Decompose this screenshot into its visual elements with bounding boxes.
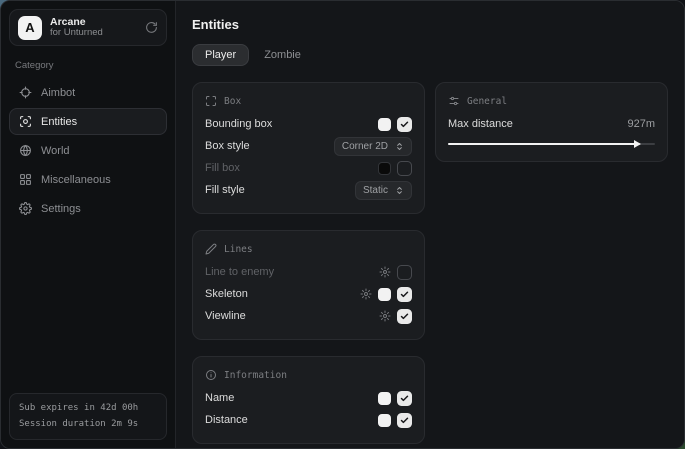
color-swatch[interactable] bbox=[378, 414, 391, 427]
chevron-up-down-icon bbox=[395, 186, 404, 195]
dropdown-value: Corner 2D bbox=[342, 141, 388, 152]
entity-tabs: Player Zombie bbox=[192, 44, 668, 66]
setting-row-fill-style: Fill style Static bbox=[205, 179, 412, 201]
category-label: Category bbox=[15, 60, 167, 71]
tab-player[interactable]: Player bbox=[192, 44, 249, 66]
fill-style-dropdown[interactable]: Static bbox=[355, 181, 412, 200]
scan-corners-icon bbox=[205, 95, 217, 107]
sidebar-item-settings[interactable]: Settings bbox=[9, 195, 167, 222]
crosshair-icon bbox=[19, 86, 32, 99]
sidebar-item-label: World bbox=[41, 145, 70, 157]
max-distance-slider[interactable] bbox=[448, 139, 655, 149]
pencil-icon bbox=[205, 243, 217, 255]
setting-label: Viewline bbox=[205, 310, 379, 322]
setting-row-max-distance: Max distance 927m bbox=[448, 113, 655, 135]
chevron-up-down-icon bbox=[395, 142, 404, 151]
tab-zombie[interactable]: Zombie bbox=[251, 44, 314, 66]
sidebar: A Arcane for Unturned Category Aimbot bbox=[1, 1, 176, 448]
sidebar-item-label: Settings bbox=[41, 203, 81, 215]
sidebar-nav: Aimbot Entities World bbox=[9, 79, 167, 222]
brand-subtitle: for Unturned bbox=[50, 28, 137, 38]
sliders-icon bbox=[448, 95, 460, 107]
checkbox-checked[interactable] bbox=[397, 287, 412, 302]
setting-row-viewline: Viewline bbox=[205, 305, 412, 327]
setting-label: Skeleton bbox=[205, 288, 360, 300]
checkbox-checked[interactable] bbox=[397, 413, 412, 428]
subscription-info: Sub expires in 42d 00h Session duration … bbox=[9, 393, 167, 440]
setting-label: Fill box bbox=[205, 162, 378, 174]
sidebar-item-world[interactable]: World bbox=[9, 137, 167, 164]
globe-icon bbox=[19, 144, 32, 157]
gear-icon bbox=[19, 202, 32, 215]
gear-icon[interactable] bbox=[379, 310, 391, 322]
color-swatch[interactable] bbox=[378, 162, 391, 175]
grid-icon bbox=[19, 173, 32, 186]
sidebar-item-miscellaneous[interactable]: Miscellaneous bbox=[9, 166, 167, 193]
setting-label: Fill style bbox=[205, 184, 355, 196]
page-title: Entities bbox=[192, 17, 668, 32]
checkbox-checked[interactable] bbox=[397, 391, 412, 406]
slider-fill bbox=[448, 143, 640, 145]
sidebar-item-label: Entities bbox=[41, 116, 77, 128]
setting-label: Line to enemy bbox=[205, 266, 379, 278]
box-card: Box Bounding box Box style bbox=[192, 82, 425, 214]
color-swatch[interactable] bbox=[378, 288, 391, 301]
sync-icon[interactable] bbox=[145, 21, 158, 34]
gear-icon[interactable] bbox=[360, 288, 372, 300]
sidebar-item-entities[interactable]: Entities bbox=[9, 108, 167, 135]
setting-row-bounding-box: Bounding box bbox=[205, 113, 412, 135]
box-style-dropdown[interactable]: Corner 2D bbox=[334, 137, 412, 156]
setting-row-distance: Distance bbox=[205, 409, 412, 431]
info-icon bbox=[205, 369, 217, 381]
entities-icon bbox=[19, 115, 32, 128]
setting-row-line-to-enemy: Line to enemy bbox=[205, 261, 412, 283]
sidebar-item-aimbot[interactable]: Aimbot bbox=[9, 79, 167, 106]
card-title: Box bbox=[224, 96, 241, 107]
setting-label: Box style bbox=[205, 140, 334, 152]
app-window: A Arcane for Unturned Category Aimbot bbox=[0, 0, 685, 449]
card-title: Information bbox=[224, 370, 287, 381]
setting-row-fill-box: Fill box bbox=[205, 157, 412, 179]
setting-label: Max distance bbox=[448, 118, 627, 130]
card-title: General bbox=[467, 96, 507, 107]
setting-row-skeleton: Skeleton bbox=[205, 283, 412, 305]
checkbox-checked[interactable] bbox=[397, 309, 412, 324]
checkbox-checked[interactable] bbox=[397, 117, 412, 132]
setting-row-box-style: Box style Corner 2D bbox=[205, 135, 412, 157]
checkbox-unchecked[interactable] bbox=[397, 161, 412, 176]
dropdown-value: Static bbox=[363, 185, 388, 196]
setting-label: Name bbox=[205, 392, 378, 404]
sidebar-item-label: Miscellaneous bbox=[41, 174, 111, 186]
main-panel: Entities Player Zombie Box bbox=[176, 1, 684, 448]
brand-logo: A bbox=[18, 16, 42, 40]
max-distance-value: 927m bbox=[627, 118, 655, 130]
setting-label: Bounding box bbox=[205, 118, 378, 130]
information-card: Information Name Distance bbox=[192, 356, 425, 444]
lines-card: Lines Line to enemy Skeleton bbox=[192, 230, 425, 340]
color-swatch[interactable] bbox=[378, 392, 391, 405]
card-title: Lines bbox=[224, 244, 253, 255]
color-swatch[interactable] bbox=[378, 118, 391, 131]
brand-card: A Arcane for Unturned bbox=[9, 9, 167, 46]
sidebar-item-label: Aimbot bbox=[41, 87, 75, 99]
checkbox-unchecked[interactable] bbox=[397, 265, 412, 280]
setting-label: Distance bbox=[205, 414, 378, 426]
session-duration-text: Session duration 2m 9s bbox=[19, 417, 157, 432]
sub-expires-text: Sub expires in 42d 00h bbox=[19, 401, 157, 416]
setting-row-name: Name bbox=[205, 387, 412, 409]
gear-icon[interactable] bbox=[379, 266, 391, 278]
general-card: General Max distance 927m bbox=[435, 82, 668, 162]
